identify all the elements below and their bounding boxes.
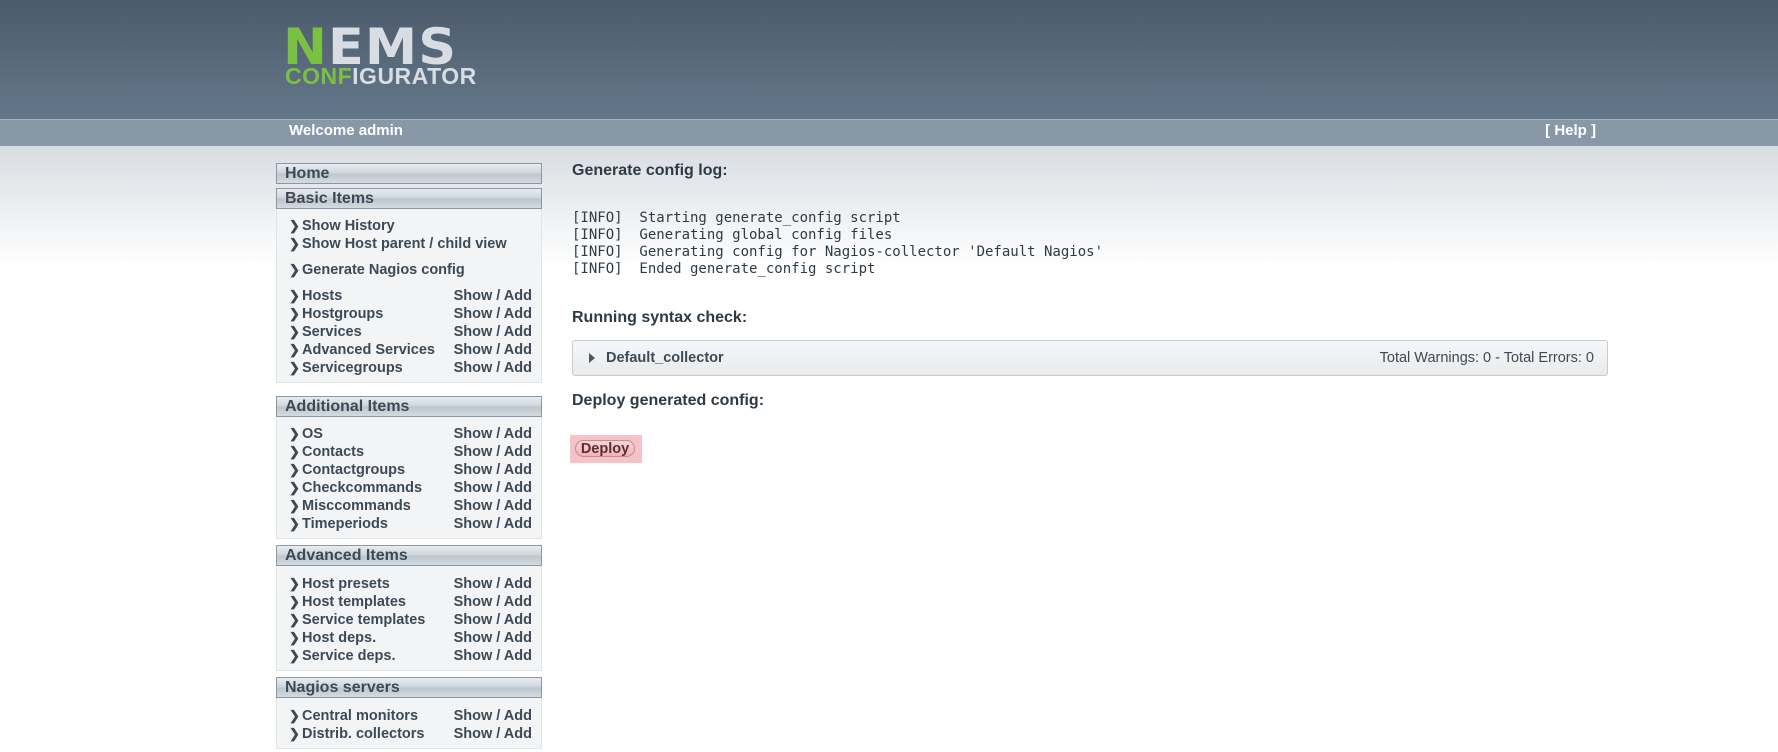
- welcome-text: Welcome admin: [289, 122, 403, 139]
- chevron-right-icon: ❯: [289, 708, 300, 723]
- log-line: [INFO] Starting generate_config script: [572, 210, 901, 226]
- sidebar: Home Basic Items ❯ Show History ❯ Show H…: [276, 163, 542, 749]
- chevron-right-icon: ❯: [289, 288, 300, 303]
- chevron-right-icon: ❯: [289, 498, 300, 513]
- additional-items-body: ❯ OS Show / Add ❯ Contacts Show / Add ❯ …: [276, 417, 542, 539]
- show-add-link[interactable]: Show / Add: [454, 443, 532, 461]
- menu-hostgroups[interactable]: ❯ Hostgroups Show / Add: [277, 305, 541, 323]
- chevron-right-icon: ❯: [289, 360, 300, 375]
- show-add-link[interactable]: Show / Add: [454, 305, 532, 323]
- chevron-right-icon: ❯: [289, 630, 300, 645]
- collector-name: Default_collector: [606, 350, 724, 366]
- log-line: [INFO] Generating config for Nagios-coll…: [572, 244, 1104, 260]
- show-add-link[interactable]: Show / Add: [454, 629, 532, 647]
- show-add-link[interactable]: Show / Add: [454, 725, 532, 743]
- collector-panel[interactable]: Default_collector Total Warnings: 0 - To…: [572, 340, 1608, 376]
- section-additional-items[interactable]: Additional Items: [276, 396, 542, 417]
- menu-host-templates[interactable]: ❯ Host templates Show / Add: [277, 593, 541, 611]
- chevron-right-icon: ❯: [289, 306, 300, 321]
- show-add-link[interactable]: Show / Add: [454, 647, 532, 665]
- menu-checkcommands[interactable]: ❯ Checkcommands Show / Add: [277, 479, 541, 497]
- chevron-right-icon: ❯: [289, 594, 300, 609]
- show-add-link[interactable]: Show / Add: [454, 287, 532, 305]
- chevron-right-icon: ❯: [289, 342, 300, 357]
- chevron-right-icon: ❯: [289, 236, 300, 251]
- menu-contacts[interactable]: ❯ Contacts Show / Add: [277, 443, 541, 461]
- menu-distrib-collectors[interactable]: ❯ Distrib. collectors Show / Add: [277, 725, 541, 743]
- show-add-link[interactable]: Show / Add: [454, 497, 532, 515]
- nems-logo[interactable]: NEMS CONFIGURATOR: [283, 22, 476, 88]
- menu-generate-nagios-config[interactable]: ❯ Generate Nagios config: [277, 261, 541, 279]
- section-nagios-servers[interactable]: Nagios servers: [276, 677, 542, 698]
- show-add-link[interactable]: Show / Add: [454, 461, 532, 479]
- show-add-link[interactable]: Show / Add: [454, 323, 532, 341]
- chevron-right-icon: ❯: [289, 516, 300, 531]
- show-add-link[interactable]: Show / Add: [454, 575, 532, 593]
- config-log: [INFO] Starting generate_config script [I…: [572, 210, 1103, 278]
- menu-timeperiods[interactable]: ❯ Timeperiods Show / Add: [277, 515, 541, 533]
- menu-hosts[interactable]: ❯ Hosts Show / Add: [277, 287, 541, 305]
- chevron-right-icon: ❯: [289, 480, 300, 495]
- menu-central-monitors[interactable]: ❯ Central monitors Show / Add: [277, 707, 541, 725]
- menu-host-deps[interactable]: ❯ Host deps. Show / Add: [277, 629, 541, 647]
- log-line: [INFO] Ended generate_config script: [572, 261, 876, 277]
- menu-show-host-parent-child[interactable]: ❯ Show Host parent / child view: [277, 235, 541, 253]
- chevron-right-icon: ❯: [289, 324, 300, 339]
- show-add-link[interactable]: Show / Add: [454, 707, 532, 725]
- log-line: [INFO] Generating global config files: [572, 227, 893, 243]
- deploy-highlight: Deploy: [570, 435, 642, 463]
- section-advanced-items[interactable]: Advanced Items: [276, 545, 542, 566]
- menu-contactgroups[interactable]: ❯ Contactgroups Show / Add: [277, 461, 541, 479]
- welcome-bar: Welcome admin [ Help ]: [0, 119, 1778, 146]
- show-add-link[interactable]: Show / Add: [454, 593, 532, 611]
- menu-servicegroups[interactable]: ❯ Servicegroups Show / Add: [277, 359, 541, 377]
- menu-show-history[interactable]: ❯ Show History: [277, 217, 541, 235]
- advanced-items-body: ❯ Host presets Show / Add ❯ Host templat…: [276, 566, 542, 671]
- expand-triangle-icon[interactable]: [589, 353, 595, 363]
- show-add-link[interactable]: Show / Add: [454, 611, 532, 629]
- chevron-right-icon: ❯: [289, 218, 300, 233]
- chevron-right-icon: ❯: [289, 612, 300, 627]
- menu-host-presets[interactable]: ❯ Host presets Show / Add: [277, 575, 541, 593]
- menu-services[interactable]: ❯ Services Show / Add: [277, 323, 541, 341]
- show-add-link[interactable]: Show / Add: [454, 479, 532, 497]
- help-link[interactable]: [ Help ]: [1545, 122, 1596, 139]
- show-add-link[interactable]: Show / Add: [454, 425, 532, 443]
- menu-os[interactable]: ❯ OS Show / Add: [277, 425, 541, 443]
- menu-service-deps[interactable]: ❯ Service deps. Show / Add: [277, 647, 541, 665]
- nagios-servers-body: ❯ Central monitors Show / Add ❯ Distrib.…: [276, 698, 542, 749]
- chevron-right-icon: ❯: [289, 262, 300, 277]
- basic-items-body: ❯ Show History ❯ Show Host parent / chil…: [276, 209, 542, 383]
- show-add-link[interactable]: Show / Add: [454, 359, 532, 377]
- deploy-heading: Deploy generated config:: [572, 392, 765, 409]
- chevron-right-icon: ❯: [289, 648, 300, 663]
- menu-misccommands[interactable]: ❯ Misccommands Show / Add: [277, 497, 541, 515]
- collector-stats: Total Warnings: 0 - Total Errors: 0: [1379, 350, 1594, 366]
- show-add-link[interactable]: Show / Add: [454, 341, 532, 359]
- chevron-right-icon: ❯: [289, 426, 300, 441]
- menu-advanced-services[interactable]: ❯ Advanced Services Show / Add: [277, 341, 541, 359]
- chevron-right-icon: ❯: [289, 576, 300, 591]
- app-header: NEMS CONFIGURATOR: [0, 0, 1778, 119]
- generate-config-log-heading: Generate config log:: [572, 162, 728, 179]
- deploy-button[interactable]: Deploy: [575, 440, 635, 457]
- syntax-check-heading: Running syntax check:: [572, 309, 748, 326]
- chevron-right-icon: ❯: [289, 444, 300, 459]
- chevron-right-icon: ❯: [289, 462, 300, 477]
- show-add-link[interactable]: Show / Add: [454, 515, 532, 533]
- menu-service-templates[interactable]: ❯ Service templates Show / Add: [277, 611, 541, 629]
- section-basic-items[interactable]: Basic Items: [276, 188, 542, 209]
- chevron-right-icon: ❯: [289, 726, 300, 741]
- sidebar-home[interactable]: Home: [276, 163, 542, 184]
